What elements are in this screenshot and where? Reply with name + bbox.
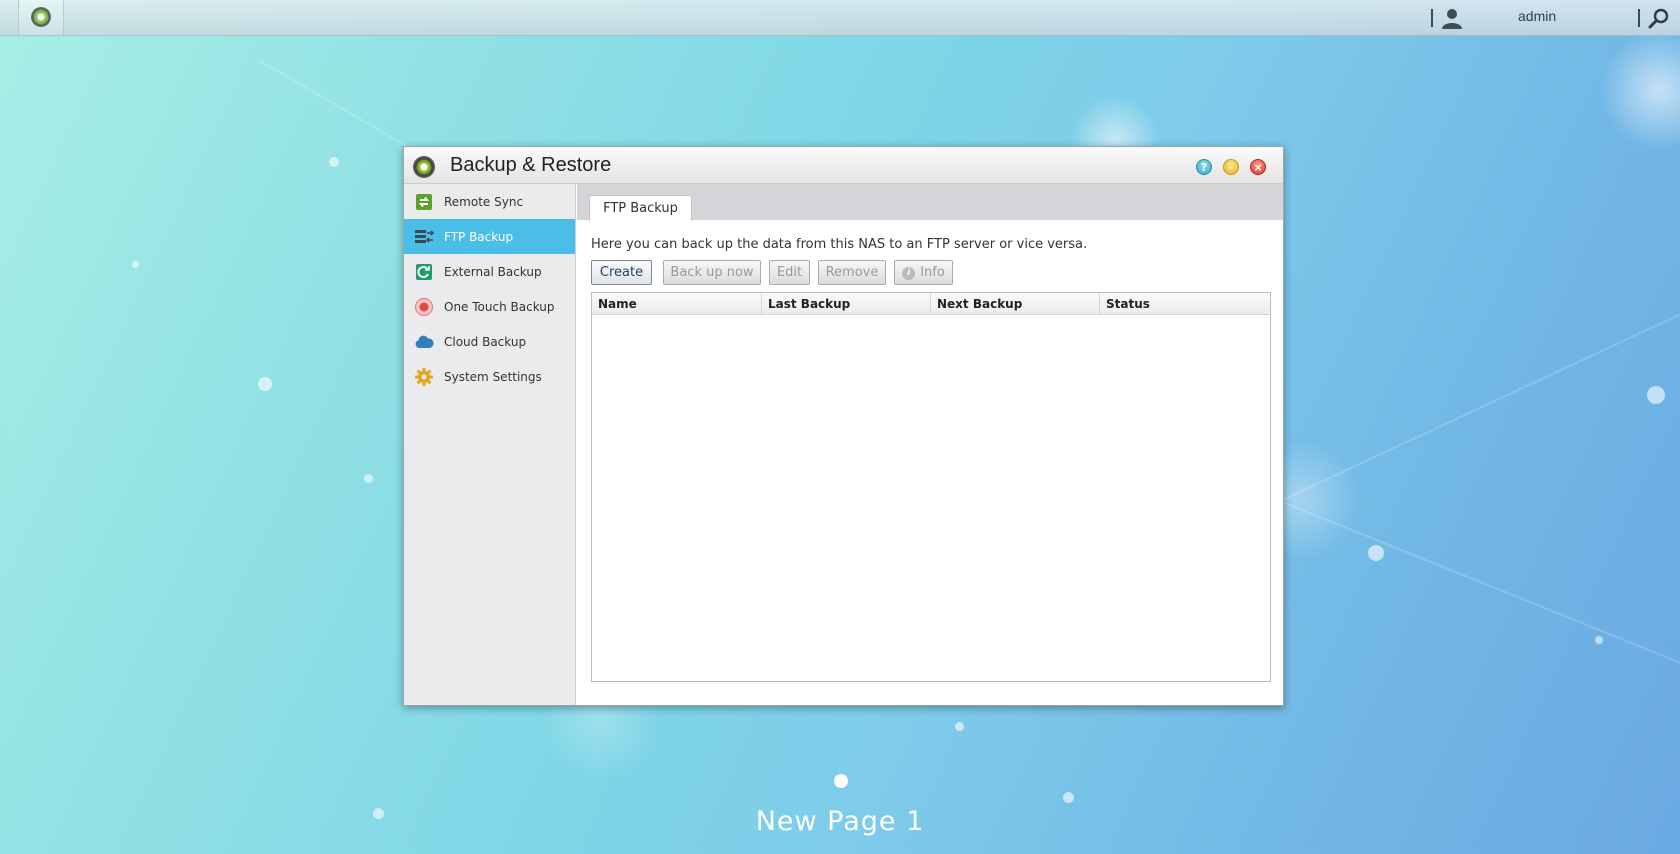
external-backup-icon [416, 264, 432, 280]
column-header-next-backup[interactable]: Next Backup [931, 293, 1100, 315]
bg-dot [258, 377, 272, 391]
sidebar-item-label: System Settings [444, 370, 542, 384]
bg-dot [1595, 636, 1603, 644]
gear-icon [415, 368, 433, 386]
sidebar: Remote Sync FTP Backup External Backup O… [404, 184, 576, 705]
search-icon[interactable] [1648, 8, 1670, 30]
bg-dot [955, 722, 964, 731]
bg-dot [329, 157, 339, 167]
bg-dot [1647, 386, 1665, 404]
sidebar-item-remote-sync[interactable]: Remote Sync [404, 184, 575, 219]
bg-dot [132, 261, 139, 268]
sidebar-item-label: Cloud Backup [444, 335, 527, 349]
table-header: Name Last Backup Next Backup Status [592, 293, 1270, 315]
sidebar-item-label: External Backup [444, 265, 542, 279]
sidebar-item-system-settings[interactable]: System Settings [404, 359, 575, 394]
remove-button[interactable]: Remove [818, 260, 886, 285]
info-button-label: Info [920, 265, 945, 280]
info-button[interactable]: i Info [894, 260, 953, 285]
create-button[interactable]: Create [591, 260, 652, 285]
bg-dot [1063, 792, 1074, 803]
user-icon[interactable] [1441, 7, 1463, 29]
desktop-page-label: New Page 1 [755, 806, 925, 837]
ftp-backup-icon [415, 230, 434, 243]
sidebar-item-cloud-backup[interactable]: Cloud Backup [404, 324, 575, 359]
username-label[interactable]: admin [1518, 8, 1556, 24]
sidebar-item-label: FTP Backup [444, 230, 514, 244]
backup-restore-window: Backup & Restore ? – × Remote Sync FTP B… [403, 146, 1284, 706]
column-header-last-backup[interactable]: Last Backup [762, 293, 931, 315]
edit-button[interactable]: Edit [769, 260, 810, 285]
app-logo-icon [413, 156, 435, 178]
sidebar-item-one-touch-backup[interactable]: One Touch Backup [404, 289, 575, 324]
help-button[interactable]: ? [1196, 159, 1212, 175]
sidebar-item-label: Remote Sync [444, 195, 524, 209]
one-touch-backup-icon [415, 298, 433, 316]
close-button[interactable]: × [1250, 159, 1266, 175]
sidebar-item-external-backup[interactable]: External Backup [404, 254, 575, 289]
bg-streak [1279, 500, 1680, 682]
window-title: Backup & Restore [450, 154, 612, 176]
bg-dot [364, 474, 373, 483]
nas-logo-icon [31, 7, 51, 27]
sidebar-item-ftp-backup[interactable]: FTP Backup [404, 219, 575, 254]
column-header-status[interactable]: Status [1100, 293, 1270, 315]
tab-strip: FTP Backup [577, 184, 1283, 221]
backup-now-button[interactable]: Back up now [663, 260, 761, 285]
remote-sync-icon [416, 194, 432, 210]
tab-ftp-backup[interactable]: FTP Backup [589, 195, 692, 221]
info-icon: i [902, 267, 916, 280]
column-header-name[interactable]: Name [592, 293, 762, 315]
window-titlebar[interactable]: Backup & Restore ? – × [404, 147, 1283, 184]
taskbar-separator [1638, 9, 1640, 27]
bg-dot [1368, 545, 1384, 561]
backup-jobs-table: Name Last Backup Next Backup Status [591, 292, 1271, 682]
main-menu-button[interactable] [18, 0, 64, 35]
main-content: FTP Backup Here you can back up the data… [577, 184, 1283, 705]
bg-dot [373, 808, 384, 819]
page-indicator-dot[interactable] [834, 774, 848, 788]
bg-streak [1280, 288, 1680, 502]
minimize-button[interactable]: – [1223, 159, 1239, 175]
taskbar-separator [1431, 9, 1433, 27]
page-description: Here you can back up the data from this … [591, 237, 1088, 252]
top-taskbar: admin [0, 0, 1680, 36]
sidebar-item-label: One Touch Backup [444, 300, 555, 314]
cloud-icon [415, 335, 434, 348]
